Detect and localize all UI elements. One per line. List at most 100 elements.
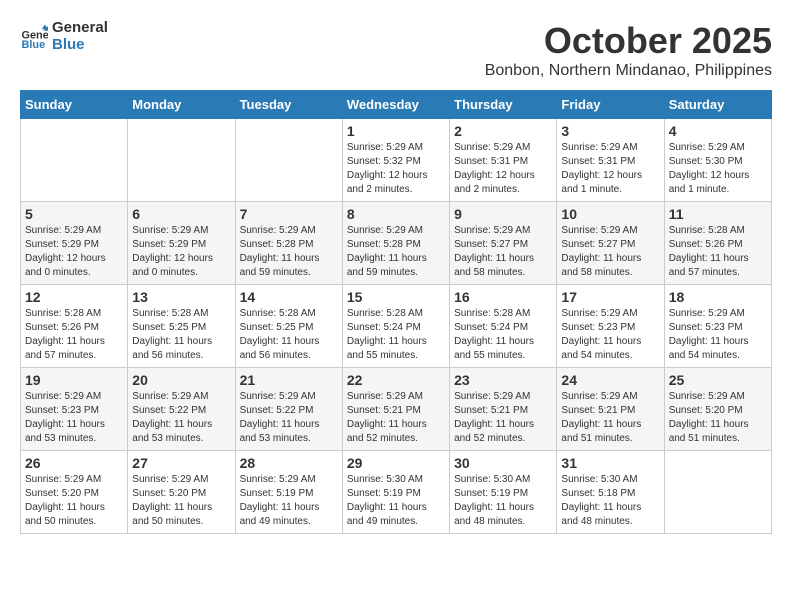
day-info: Sunrise: 5:29 AM Sunset: 5:19 PM Dayligh… [240, 473, 338, 529]
weekday-header-saturday: Saturday [664, 91, 771, 119]
calendar-cell [128, 119, 235, 202]
day-info: Sunrise: 5:29 AM Sunset: 5:20 PM Dayligh… [669, 390, 767, 446]
day-number: 19 [25, 372, 123, 388]
day-number: 25 [669, 372, 767, 388]
calendar-cell [235, 119, 342, 202]
day-info: Sunrise: 5:29 AM Sunset: 5:27 PM Dayligh… [454, 224, 552, 280]
day-info: Sunrise: 5:29 AM Sunset: 5:23 PM Dayligh… [25, 390, 123, 446]
title-area: October 2025 Bonbon, Northern Mindanao, … [485, 20, 772, 80]
day-number: 5 [25, 206, 123, 222]
day-number: 14 [240, 289, 338, 305]
weekday-header-thursday: Thursday [450, 91, 557, 119]
logo: General Blue General Blue [20, 20, 108, 53]
day-number: 2 [454, 123, 552, 139]
day-number: 17 [561, 289, 659, 305]
calendar-cell: 30 Sunrise: 5:30 AM Sunset: 5:19 PM Dayli… [450, 451, 557, 534]
calendar-cell: 29 Sunrise: 5:30 AM Sunset: 5:19 PM Dayli… [342, 451, 449, 534]
day-info: Sunrise: 5:28 AM Sunset: 5:24 PM Dayligh… [347, 307, 445, 363]
calendar-cell: 14 Sunrise: 5:28 AM Sunset: 5:25 PM Dayli… [235, 285, 342, 368]
day-info: Sunrise: 5:29 AM Sunset: 5:31 PM Dayligh… [561, 141, 659, 197]
day-number: 18 [669, 289, 767, 305]
calendar-cell: 12 Sunrise: 5:28 AM Sunset: 5:26 PM Dayli… [21, 285, 128, 368]
day-info: Sunrise: 5:28 AM Sunset: 5:25 PM Dayligh… [240, 307, 338, 363]
day-number: 30 [454, 455, 552, 471]
weekday-header-tuesday: Tuesday [235, 91, 342, 119]
week-row-1: 1Sunrise: 5:29 AM Sunset: 5:32 PM Daylig… [21, 119, 772, 202]
day-info: Sunrise: 5:28 AM Sunset: 5:24 PM Dayligh… [454, 307, 552, 363]
weekday-header-row: SundayMondayTuesdayWednesdayThursdayFrid… [21, 91, 772, 119]
day-number: 22 [347, 372, 445, 388]
day-number: 4 [669, 123, 767, 139]
calendar-cell: 27 Sunrise: 5:29 AM Sunset: 5:20 PM Dayli… [128, 451, 235, 534]
day-info: Sunrise: 5:29 AM Sunset: 5:21 PM Dayligh… [561, 390, 659, 446]
calendar-cell: 15 Sunrise: 5:28 AM Sunset: 5:24 PM Dayli… [342, 285, 449, 368]
calendar-cell: 26 Sunrise: 5:29 AM Sunset: 5:20 PM Dayli… [21, 451, 128, 534]
day-info: Sunrise: 5:29 AM Sunset: 5:22 PM Dayligh… [240, 390, 338, 446]
calendar-cell: 17 Sunrise: 5:29 AM Sunset: 5:23 PM Dayli… [557, 285, 664, 368]
day-number: 23 [454, 372, 552, 388]
week-row-3: 12 Sunrise: 5:28 AM Sunset: 5:26 PM Dayli… [21, 285, 772, 368]
day-number: 9 [454, 206, 552, 222]
calendar-cell: 4 Sunrise: 5:29 AM Sunset: 5:30 PM Daylig… [664, 119, 771, 202]
week-row-5: 26 Sunrise: 5:29 AM Sunset: 5:20 PM Dayli… [21, 451, 772, 534]
week-row-2: 5Sunrise: 5:29 AM Sunset: 5:29 PM Daylig… [21, 202, 772, 285]
day-info: Sunrise: 5:30 AM Sunset: 5:19 PM Dayligh… [454, 473, 552, 529]
day-info: Sunrise: 5:29 AM Sunset: 5:20 PM Dayligh… [132, 473, 230, 529]
day-number: 10 [561, 206, 659, 222]
day-number: 7 [240, 206, 338, 222]
day-number: 6 [132, 206, 230, 222]
day-number: 3 [561, 123, 659, 139]
calendar-cell: 13Sunrise: 5:28 AM Sunset: 5:25 PM Dayli… [128, 285, 235, 368]
day-number: 26 [25, 455, 123, 471]
subtitle: Bonbon, Northern Mindanao, Philippines [485, 62, 772, 80]
day-info: Sunrise: 5:29 AM Sunset: 5:22 PM Dayligh… [132, 390, 230, 446]
day-number: 12 [25, 289, 123, 305]
day-number: 1 [347, 123, 445, 139]
calendar-cell: 8Sunrise: 5:29 AM Sunset: 5:28 PM Daylig… [342, 202, 449, 285]
day-number: 27 [132, 455, 230, 471]
calendar-cell: 5Sunrise: 5:29 AM Sunset: 5:29 PM Daylig… [21, 202, 128, 285]
calendar-cell: 1Sunrise: 5:29 AM Sunset: 5:32 PM Daylig… [342, 119, 449, 202]
weekday-header-friday: Friday [557, 91, 664, 119]
day-info: Sunrise: 5:29 AM Sunset: 5:23 PM Dayligh… [561, 307, 659, 363]
day-number: 16 [454, 289, 552, 305]
day-info: Sunrise: 5:28 AM Sunset: 5:26 PM Dayligh… [669, 224, 767, 280]
day-info: Sunrise: 5:29 AM Sunset: 5:21 PM Dayligh… [454, 390, 552, 446]
calendar-cell: 6Sunrise: 5:29 AM Sunset: 5:29 PM Daylig… [128, 202, 235, 285]
calendar-cell: 25 Sunrise: 5:29 AM Sunset: 5:20 PM Dayli… [664, 368, 771, 451]
calendar-cell: 3 Sunrise: 5:29 AM Sunset: 5:31 PM Daylig… [557, 119, 664, 202]
day-info: Sunrise: 5:29 AM Sunset: 5:28 PM Dayligh… [240, 224, 338, 280]
calendar-cell: 7 Sunrise: 5:29 AM Sunset: 5:28 PM Daylig… [235, 202, 342, 285]
day-number: 31 [561, 455, 659, 471]
day-info: Sunrise: 5:28 AM Sunset: 5:26 PM Dayligh… [25, 307, 123, 363]
calendar-cell: 31 Sunrise: 5:30 AM Sunset: 5:18 PM Dayli… [557, 451, 664, 534]
calendar-table: SundayMondayTuesdayWednesdayThursdayFrid… [20, 90, 772, 534]
day-number: 21 [240, 372, 338, 388]
calendar-cell: 24 Sunrise: 5:29 AM Sunset: 5:21 PM Dayli… [557, 368, 664, 451]
day-info: Sunrise: 5:29 AM Sunset: 5:31 PM Dayligh… [454, 141, 552, 197]
day-info: Sunrise: 5:30 AM Sunset: 5:19 PM Dayligh… [347, 473, 445, 529]
calendar-cell: 9 Sunrise: 5:29 AM Sunset: 5:27 PM Daylig… [450, 202, 557, 285]
day-number: 29 [347, 455, 445, 471]
calendar-cell: 18Sunrise: 5:29 AM Sunset: 5:23 PM Dayli… [664, 285, 771, 368]
calendar-cell [21, 119, 128, 202]
day-info: Sunrise: 5:30 AM Sunset: 5:18 PM Dayligh… [561, 473, 659, 529]
day-number: 15 [347, 289, 445, 305]
calendar-cell: 10 Sunrise: 5:29 AM Sunset: 5:27 PM Dayli… [557, 202, 664, 285]
logo-icon: General Blue [20, 23, 48, 51]
calendar-cell: 19 Sunrise: 5:29 AM Sunset: 5:23 PM Dayli… [21, 368, 128, 451]
day-number: 8 [347, 206, 445, 222]
day-number: 24 [561, 372, 659, 388]
day-number: 28 [240, 455, 338, 471]
calendar-cell: 20Sunrise: 5:29 AM Sunset: 5:22 PM Dayli… [128, 368, 235, 451]
weekday-header-wednesday: Wednesday [342, 91, 449, 119]
logo-text-line2: Blue [52, 37, 108, 54]
day-info: Sunrise: 5:29 AM Sunset: 5:20 PM Dayligh… [25, 473, 123, 529]
day-number: 13 [132, 289, 230, 305]
calendar-cell: 16 Sunrise: 5:28 AM Sunset: 5:24 PM Dayli… [450, 285, 557, 368]
day-info: Sunrise: 5:29 AM Sunset: 5:30 PM Dayligh… [669, 141, 767, 197]
header: General Blue General Blue October 2025 B… [20, 20, 772, 80]
day-info: Sunrise: 5:29 AM Sunset: 5:27 PM Dayligh… [561, 224, 659, 280]
month-title: October 2025 [485, 20, 772, 62]
day-number: 11 [669, 206, 767, 222]
